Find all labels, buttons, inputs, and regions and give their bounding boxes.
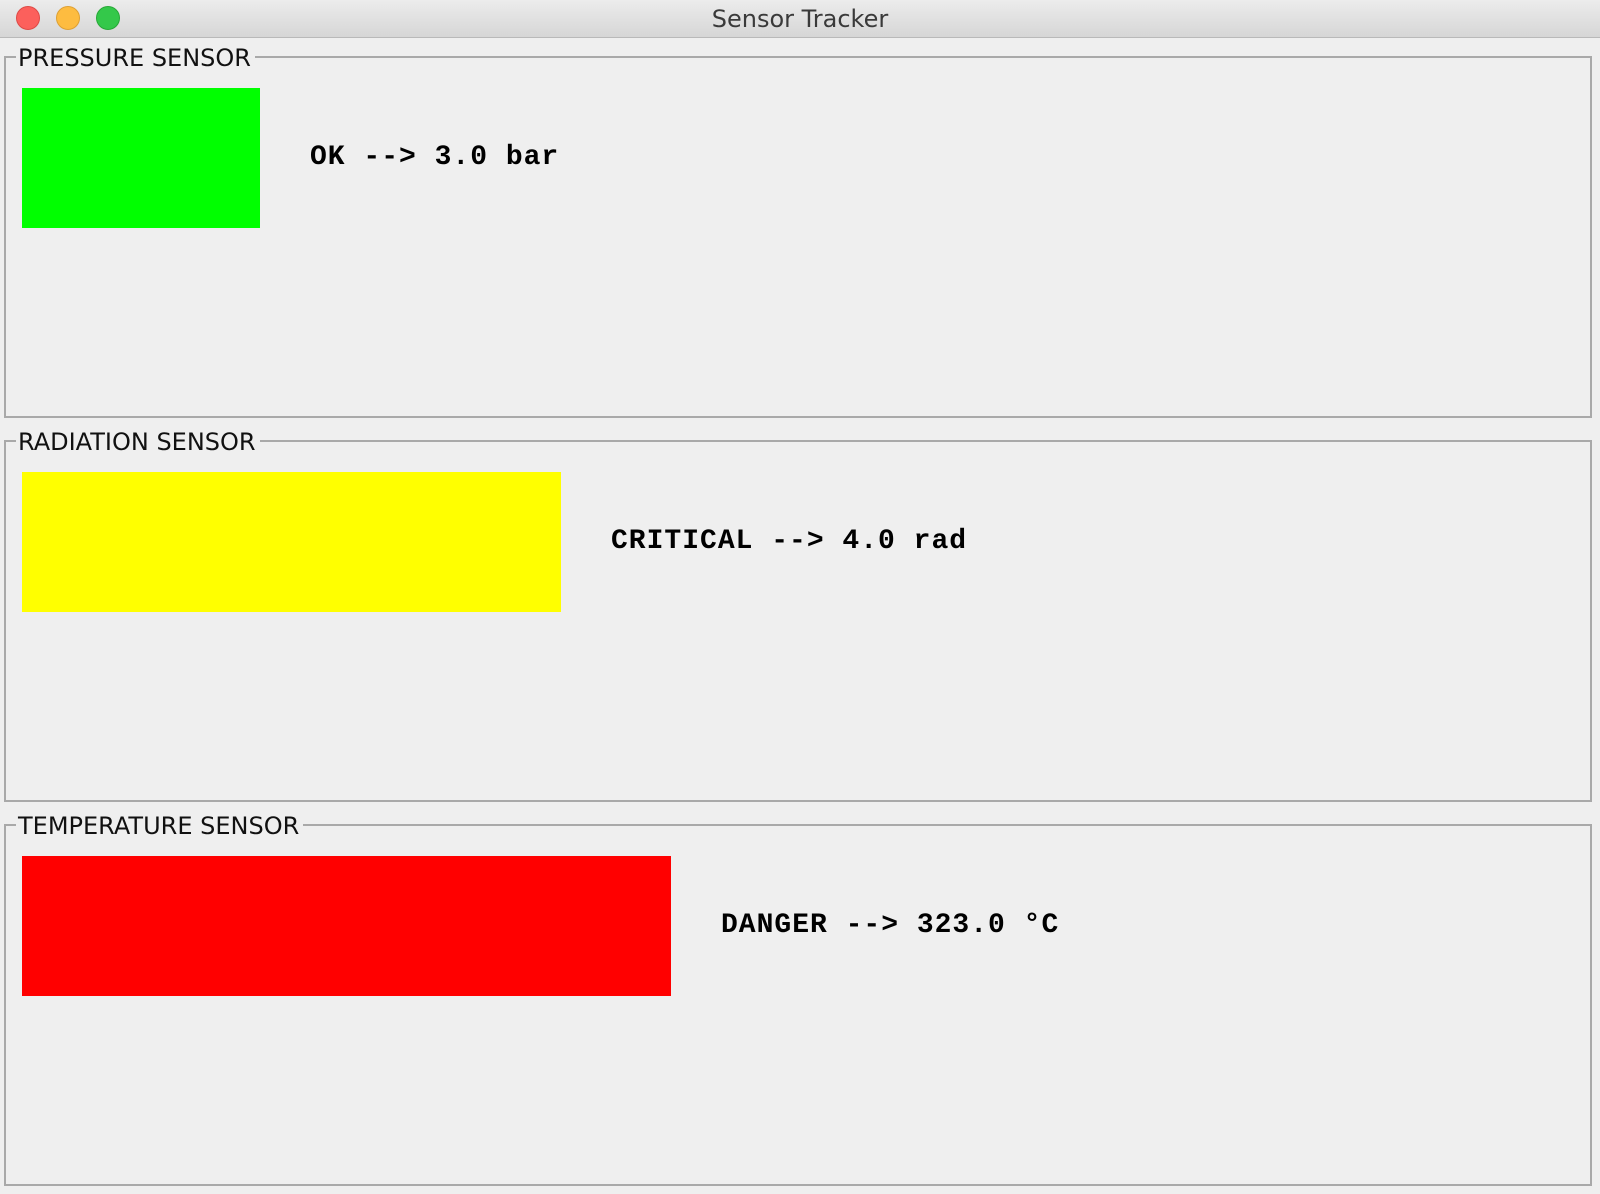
- window-title: Sensor Tracker: [711, 5, 889, 33]
- sensor-status-text: OK --> 3.0 bar: [310, 142, 560, 173]
- window-titlebar: Sensor Tracker: [0, 0, 1600, 38]
- sensor-level-bar: [22, 856, 671, 996]
- sensor-status-text: CRITICAL --> 4.0 rad: [611, 526, 968, 557]
- radiation-sensor-panel: RADIATION SENSOR CRITICAL --> 4.0 rad: [4, 427, 1592, 802]
- panel-title: TEMPERATURE SENSOR: [16, 811, 304, 841]
- sensor-level-bar: [22, 472, 561, 612]
- panel-title: PRESSURE SENSOR: [16, 43, 255, 73]
- sensor-level-bar: [22, 88, 260, 228]
- sensor-status-text: DANGER --> 323.0 °C: [721, 910, 1060, 941]
- panel-title: RADIATION SENSOR: [16, 427, 260, 457]
- temperature-sensor-panel: TEMPERATURE SENSOR DANGER --> 323.0 °C: [4, 811, 1592, 1186]
- pressure-sensor-panel: PRESSURE SENSOR OK --> 3.0 bar: [4, 43, 1592, 418]
